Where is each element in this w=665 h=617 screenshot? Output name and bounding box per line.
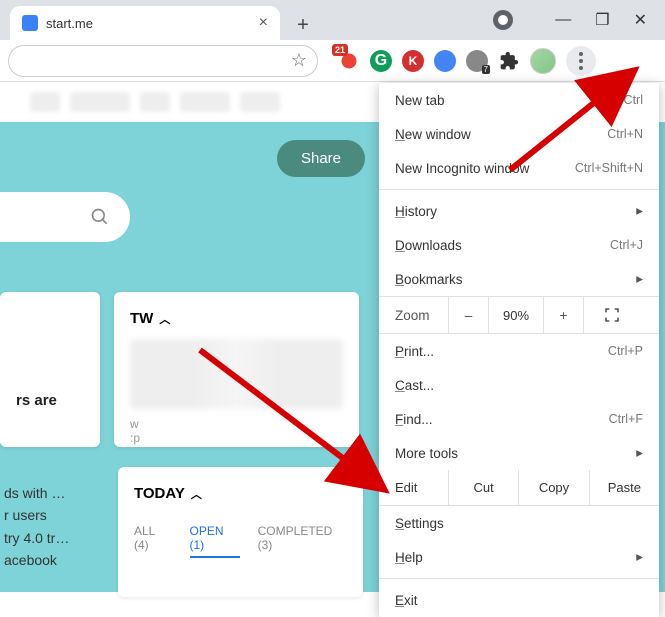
share-button[interactable]: Share bbox=[277, 140, 365, 177]
edit-label: Edit bbox=[379, 470, 449, 505]
filter-completed[interactable]: COMPLETED (3) bbox=[258, 524, 347, 558]
maximize-button[interactable]: ❐ bbox=[595, 10, 609, 30]
chevron-right-icon: ▸ bbox=[636, 203, 643, 219]
menu-history[interactable]: History▸ bbox=[379, 194, 659, 228]
browser-titlebar: start.me × + — ❐ ✕ bbox=[0, 0, 665, 40]
card-heading: rs are bbox=[16, 392, 84, 409]
tab-close-icon[interactable]: × bbox=[259, 14, 268, 32]
menu-find[interactable]: Find...Ctrl+F bbox=[379, 402, 659, 436]
extension-badge: 21 bbox=[332, 44, 348, 56]
vertical-dots-icon bbox=[579, 52, 583, 70]
menu-cast[interactable]: Cast... bbox=[379, 368, 659, 402]
menu-edit-row: Edit Cut Copy Paste bbox=[379, 470, 659, 506]
paste-button[interactable]: Paste bbox=[590, 470, 659, 505]
card-title: TODAY ︿ bbox=[134, 485, 347, 502]
card-title: TW ︿ bbox=[130, 310, 343, 327]
tab-title: start.me bbox=[46, 16, 93, 31]
card-blurred-content bbox=[130, 339, 343, 409]
extensions-area: 21 G K 7 bbox=[338, 46, 596, 76]
new-tab-button[interactable]: + bbox=[288, 10, 318, 40]
menu-new-window[interactable]: New windowCtrl+N bbox=[379, 117, 659, 151]
text-snippet: ds with … r users try 4.0 tr… acebook bbox=[0, 482, 100, 572]
profile-avatar[interactable] bbox=[530, 48, 556, 74]
today-card[interactable]: TODAY ︿ ALL (4) OPEN (1) COMPLETED (3) bbox=[118, 467, 363, 597]
chevron-right-icon: ▸ bbox=[636, 271, 643, 287]
chevron-up-icon[interactable]: ︿ bbox=[159, 311, 170, 327]
zoom-label: Zoom bbox=[379, 297, 449, 333]
extension-icon[interactable]: K bbox=[402, 50, 424, 72]
minimize-button[interactable]: — bbox=[555, 11, 571, 29]
zoom-value: 90% bbox=[489, 297, 544, 333]
search-box[interactable] bbox=[0, 192, 130, 242]
tab-favicon bbox=[22, 15, 38, 31]
filter-tabs: ALL (4) OPEN (1) COMPLETED (3) bbox=[134, 524, 347, 558]
filter-open[interactable]: OPEN (1) bbox=[190, 524, 240, 558]
chevron-right-icon: ▸ bbox=[636, 445, 643, 461]
chevron-right-icon: ▸ bbox=[636, 549, 643, 565]
menu-exit[interactable]: Exit bbox=[379, 583, 659, 617]
content-card: rs are bbox=[0, 292, 100, 447]
bookmark-star-icon[interactable]: ☆ bbox=[291, 50, 307, 71]
menu-help[interactable]: Help▸ bbox=[379, 540, 659, 574]
menu-bookmarks[interactable]: Bookmarks▸ bbox=[379, 262, 659, 296]
tw-card[interactable]: TW ︿ w:p bbox=[114, 292, 359, 447]
extension-icon[interactable] bbox=[434, 50, 456, 72]
extensions-puzzle-icon[interactable] bbox=[498, 50, 520, 72]
menu-more-tools[interactable]: More tools▸ bbox=[379, 436, 659, 470]
filter-all[interactable]: ALL (4) bbox=[134, 524, 172, 558]
menu-zoom-row: Zoom – 90% + bbox=[379, 296, 659, 334]
chrome-menu-button[interactable] bbox=[566, 46, 596, 76]
menu-incognito[interactable]: New Incognito windowCtrl+Shift+N bbox=[379, 151, 659, 185]
search-icon bbox=[90, 207, 110, 227]
menu-print[interactable]: Print...Ctrl+P bbox=[379, 334, 659, 368]
close-window-button[interactable]: ✕ bbox=[634, 10, 647, 30]
incognito-indicator-icon bbox=[493, 10, 513, 30]
window-controls: — ❐ ✕ bbox=[493, 0, 665, 40]
extension-icon[interactable]: 21 bbox=[338, 50, 360, 72]
address-bar[interactable]: ☆ bbox=[8, 45, 318, 77]
zoom-out-button[interactable]: – bbox=[449, 297, 489, 333]
fullscreen-button[interactable] bbox=[584, 297, 639, 333]
extension-icon[interactable]: 7 bbox=[466, 50, 488, 72]
menu-settings[interactable]: Settings bbox=[379, 506, 659, 540]
chrome-menu: New tabCtrl New windowCtrl+N New Incogni… bbox=[379, 83, 659, 617]
extension-icon[interactable]: G bbox=[370, 50, 392, 72]
cut-button[interactable]: Cut bbox=[449, 470, 519, 505]
menu-new-tab[interactable]: New tabCtrl bbox=[379, 83, 659, 117]
zoom-in-button[interactable]: + bbox=[544, 297, 584, 333]
toolbar: ☆ 21 G K 7 bbox=[0, 40, 665, 82]
browser-tab[interactable]: start.me × bbox=[10, 6, 280, 40]
copy-button[interactable]: Copy bbox=[519, 470, 589, 505]
chevron-up-icon[interactable]: ︿ bbox=[191, 486, 202, 502]
menu-downloads[interactable]: DownloadsCtrl+J bbox=[379, 228, 659, 262]
